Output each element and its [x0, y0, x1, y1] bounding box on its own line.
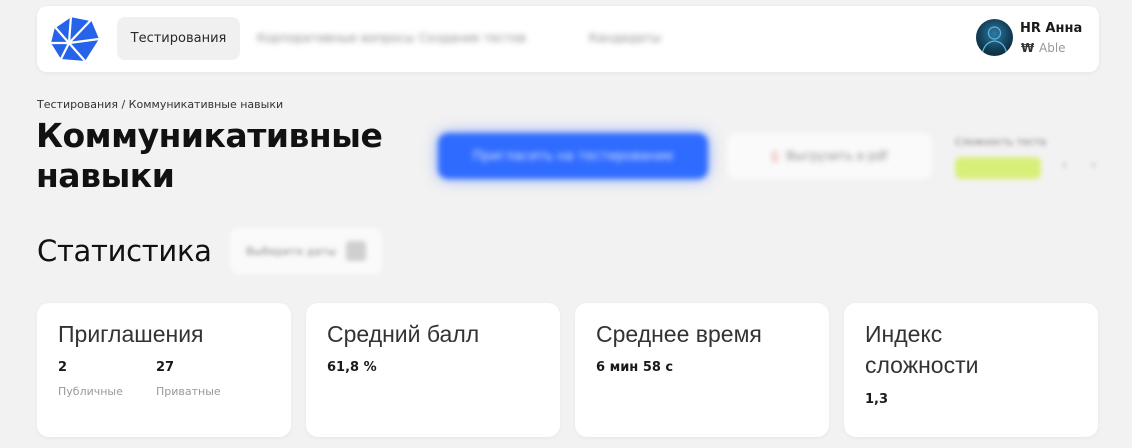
stat-card-difficulty-index: Индекс сложности 1,3 — [844, 303, 1098, 437]
top-navigation-bar: Тестирования Корпоративные вопросы Созда… — [37, 6, 1099, 72]
nav-tab-candidates[interactable]: Кандидаты — [589, 28, 661, 48]
average-time-value: 6 мин 58 с — [596, 360, 674, 375]
stat-card-title: Средний балл — [327, 321, 480, 347]
date-filter[interactable]: Выберите даты — [230, 228, 382, 274]
nav-tab-corporate-questions[interactable]: Корпоративные вопросы — [257, 28, 414, 48]
export-pdf-button[interactable]: ▯ Выгрузить в pdf — [727, 133, 932, 179]
chevron-right-icon[interactable]: › — [1091, 158, 1096, 173]
nav-tab-testing[interactable]: Тестирования — [117, 17, 240, 60]
difficulty-index-value: 1,3 — [865, 392, 889, 407]
page-title: Коммуникативные навыки — [36, 116, 383, 195]
invite-button-label: Пригласить на тестирование — [472, 148, 674, 164]
company-icon: ₩ — [1021, 41, 1035, 55]
calendar-icon — [346, 241, 367, 261]
private-invitations-value: 27 — [156, 360, 175, 375]
stat-card-invitations: Приглашения 2 Публичные 27 Приватные — [37, 303, 291, 437]
stat-card-title: Приглашения — [58, 321, 204, 347]
avatar[interactable] — [976, 19, 1013, 56]
export-pdf-label: Выгрузить в pdf — [786, 149, 888, 163]
average-score-value: 61,8 % — [327, 360, 377, 375]
private-invitations-label: Приватные — [156, 385, 221, 398]
public-invitations-value: 2 — [58, 360, 68, 375]
stat-card-average-score: Средний балл 61,8 % — [306, 303, 560, 437]
difficulty-label: Сложность теста — [955, 137, 1046, 148]
logo-icon[interactable] — [47, 13, 101, 65]
pdf-icon: ▯ — [771, 149, 779, 163]
stat-card-title: Среднее время — [596, 321, 762, 347]
stat-card-average-time: Среднее время 6 мин 58 с — [575, 303, 829, 437]
public-invitations-label: Публичные — [58, 385, 123, 398]
breadcrumb: Тестирования / Коммуникативные навыки — [37, 98, 284, 111]
nav-tab-create-tests[interactable]: Создание тестов — [419, 28, 526, 48]
profile-name: HR Анна — [1020, 21, 1083, 36]
chevron-left-icon[interactable]: ‹ — [1062, 158, 1067, 173]
stat-card-title: Индекс сложности — [865, 321, 979, 378]
invite-to-testing-button[interactable]: Пригласить на тестирование — [438, 133, 708, 179]
statistics-heading: Статистика — [37, 234, 212, 268]
date-filter-label: Выберите даты — [246, 244, 337, 258]
profile-company: Able — [1039, 41, 1066, 55]
difficulty-badge — [955, 157, 1041, 179]
